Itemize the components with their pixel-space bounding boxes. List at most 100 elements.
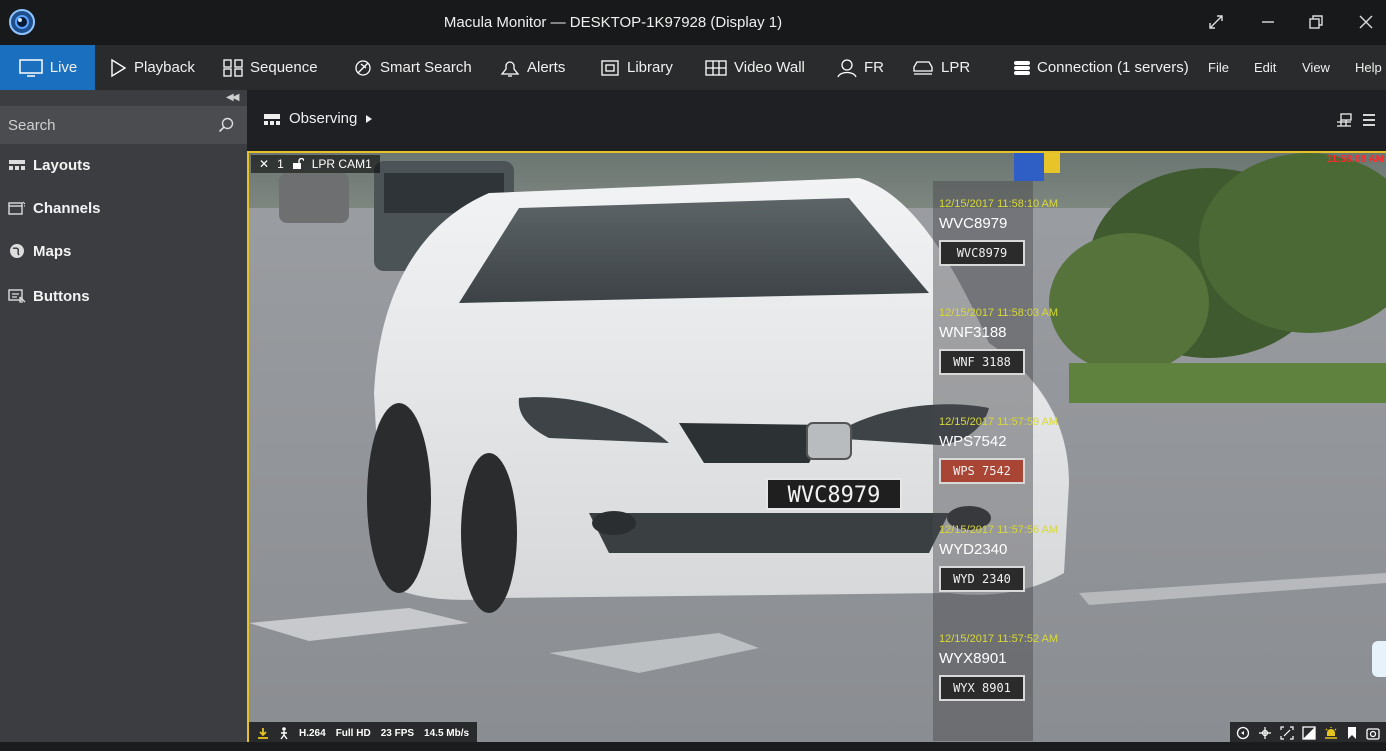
resolution-label: Full HD: [335, 727, 371, 739]
search-icon[interactable]: [218, 117, 234, 133]
collapse-sidebar-icon[interactable]: ◀◀: [226, 92, 239, 103]
tab-fr[interactable]: FR: [836, 45, 884, 90]
camera-number: 1: [277, 157, 284, 171]
lpr-plate-text: WPS7542: [939, 433, 1007, 450]
lpr-result[interactable]: 12/15/2017 11:58:10 AM WVC8979 WVC8979: [939, 198, 1079, 266]
globe-icon: [10, 244, 24, 258]
alarm-icon[interactable]: [1324, 726, 1338, 740]
face-recognition-icon: [837, 58, 857, 77]
minimize-icon[interactable]: [1258, 12, 1278, 32]
tab-sequence-label: Sequence: [250, 59, 318, 76]
server-stack-icon: [1014, 60, 1030, 75]
layout-settings-icon[interactable]: [1336, 112, 1352, 128]
smart-search-icon: [355, 59, 371, 76]
tab-lpr[interactable]: LPR: [911, 45, 970, 90]
tab-live-label: Live: [49, 59, 78, 76]
video-tools: [1230, 722, 1386, 744]
connection-status[interactable]: Connection (1 servers): [1013, 45, 1189, 90]
menu-icon[interactable]: [1362, 112, 1376, 128]
sidebar-item-buttons[interactable]: Buttons: [8, 284, 90, 308]
view-toggles: [1336, 112, 1376, 128]
menu-view[interactable]: View: [1302, 45, 1330, 90]
connection-label: Connection (1 servers): [1037, 59, 1189, 76]
lpr-plate-crop: WYD 2340: [939, 566, 1025, 592]
lpr-time: 12/15/2017 11:57:52 AM: [939, 633, 1059, 645]
layout-icon: [264, 113, 280, 125]
lpr-plate-crop: WPS 7542: [939, 458, 1025, 484]
image-adjust-icon[interactable]: [1302, 726, 1316, 740]
video-wall-icon: [705, 59, 727, 76]
lpr-result[interactable]: 12/15/2017 11:57:56 AM WYD2340 WYD 2340: [939, 524, 1079, 592]
sidebar-item-maps[interactable]: Maps: [8, 239, 71, 263]
lpr-time: 12/15/2017 11:57:59 AM: [939, 416, 1059, 428]
tab-alerts[interactable]: Alerts: [499, 45, 565, 90]
sidebar-item-label: Buttons: [33, 287, 90, 305]
person-icon[interactable]: [279, 726, 289, 740]
download-icon[interactable]: [257, 727, 269, 739]
window-title: Macula Monitor — DESKTOP-1K97928 (Displa…: [443, 14, 783, 31]
camera-name: LPR CAM1: [311, 157, 372, 171]
car-icon: [913, 60, 933, 75]
codec-label: H.264: [299, 727, 326, 739]
content-toolbar: Observing: [247, 90, 1386, 152]
sidebar-item-channels[interactable]: Channels: [8, 196, 101, 220]
search-input[interactable]: [8, 106, 208, 144]
caret-right-icon: [366, 114, 373, 123]
camera-time-overlay: 11:58:08 AM: [1326, 154, 1384, 165]
main-nav: Live Playback Sequence Smart Search Aler…: [0, 45, 1386, 90]
lpr-result[interactable]: 12/15/2017 11:57:59 AM WPS7542 WPS 7542: [939, 416, 1079, 484]
video-frame-image: WVC8979: [249, 153, 1386, 744]
ptz-icon[interactable]: [1258, 726, 1272, 740]
lpr-plate-text: WVC8979: [939, 215, 1008, 232]
observing-dropdown[interactable]: Observing: [263, 110, 373, 127]
search-box: [0, 106, 247, 144]
unlock-icon[interactable]: [292, 158, 304, 170]
tab-playback-label: Playback: [134, 59, 195, 76]
lpr-time: 12/15/2017 11:58:03 AM: [939, 307, 1059, 319]
camera-view[interactable]: WVC8979 ✕ 1 LPR CAM1 11:58:08 AM 12/15/2…: [247, 151, 1386, 746]
lpr-plate-crop: WVC8979: [939, 240, 1025, 266]
tab-sequence[interactable]: Sequence: [222, 45, 318, 90]
lpr-result[interactable]: 12/15/2017 11:58:03 AM WNF3188 WNF 3188: [939, 307, 1079, 375]
sidebar-item-label: Channels: [33, 199, 101, 217]
observing-label: Observing: [289, 110, 358, 127]
tab-alerts-label: Alerts: [527, 59, 566, 76]
layouts-icon: [9, 160, 25, 170]
sidebar-item-label: Layouts: [33, 156, 91, 174]
side-panel-handle[interactable]: [1372, 641, 1386, 677]
tab-video-wall[interactable]: Video Wall: [704, 45, 805, 90]
library-icon: [601, 59, 619, 76]
sequence-grid-icon: [223, 58, 243, 77]
play-icon: [111, 58, 127, 77]
buttons-icon: [8, 289, 26, 303]
close-camera-icon[interactable]: ✕: [259, 157, 269, 171]
tab-library[interactable]: Library: [599, 45, 673, 90]
bookmark-icon[interactable]: [1346, 726, 1358, 740]
menu-help[interactable]: Help: [1355, 45, 1382, 90]
tab-video-wall-label: Video Wall: [734, 59, 805, 76]
snapshot-icon[interactable]: [1366, 726, 1380, 740]
stream-status-bar: H.264 Full HD 23 FPS 14.5 Mb/s: [249, 722, 478, 744]
fps-label: 23 FPS: [380, 727, 415, 739]
bottom-strip: [0, 742, 1386, 751]
restore-icon[interactable]: [1306, 12, 1326, 32]
lpr-result[interactable]: 12/15/2017 11:57:52 AM WYX8901 WYX 8901: [939, 633, 1079, 701]
sidebar-item-layouts[interactable]: Layouts: [8, 153, 91, 177]
menu-file[interactable]: File: [1208, 45, 1229, 90]
close-icon[interactable]: [1356, 12, 1376, 32]
lpr-time: 12/15/2017 11:57:56 AM: [939, 524, 1059, 536]
lpr-plate-crop: WYX 8901: [939, 675, 1025, 701]
title-bar: Macula Monitor — DESKTOP-1K97928 (Displa…: [0, 0, 1386, 45]
tab-playback[interactable]: Playback: [108, 45, 195, 90]
monitor-icon: [18, 58, 43, 77]
tab-live[interactable]: Live: [0, 45, 95, 90]
fullscreen-icon[interactable]: [1206, 12, 1226, 32]
menu-edit[interactable]: Edit: [1254, 45, 1276, 90]
channels-icon: [8, 201, 26, 215]
tab-library-label: Library: [627, 59, 673, 76]
tab-smart-search[interactable]: Smart Search: [352, 45, 472, 90]
digital-zoom-icon[interactable]: [1280, 726, 1294, 740]
lpr-time: 12/15/2017 11:58:10 AM: [939, 198, 1059, 210]
playback-rewind-icon[interactable]: [1236, 726, 1250, 740]
lpr-plate-text: WYX8901: [939, 650, 1007, 667]
